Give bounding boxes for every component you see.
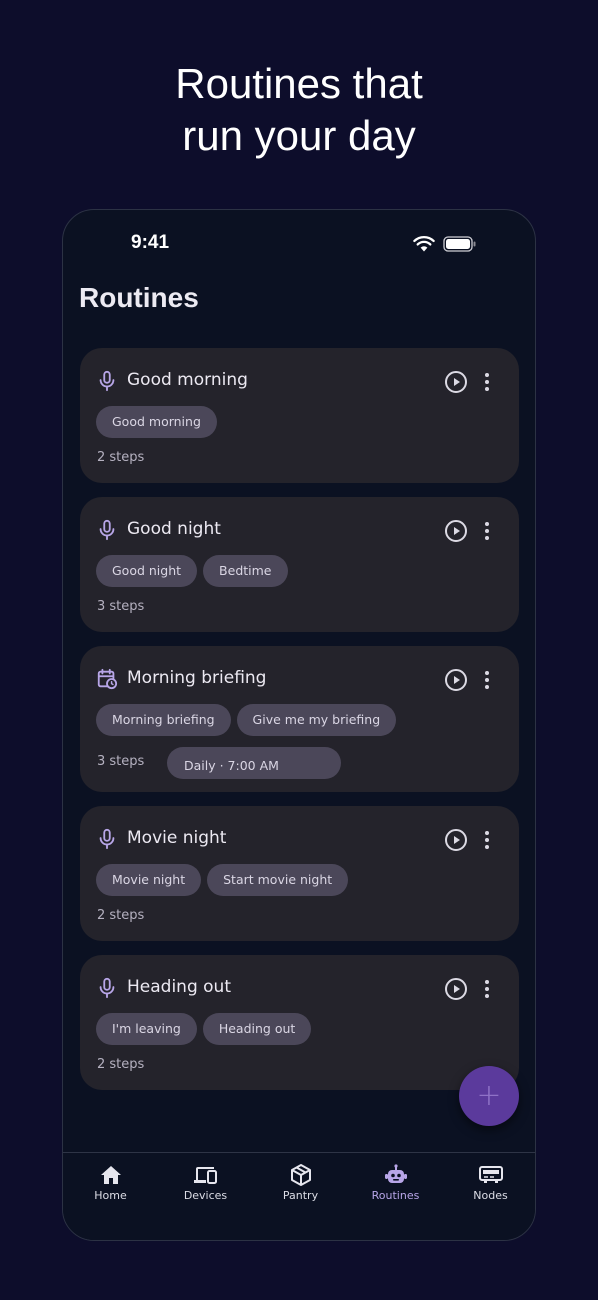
plus-icon: + (476, 1078, 502, 1113)
trigger-chip[interactable]: I'm leaving (96, 1013, 197, 1045)
nav-label: Pantry (282, 1189, 319, 1202)
step-count: 2 steps (97, 450, 145, 465)
nav-item-home[interactable]: Home (63, 1153, 158, 1223)
routine-card-good-morning[interactable]: Good morning Good morning 2 steps (80, 348, 519, 483)
trigger-chips: I'm leaving Heading out (96, 1013, 312, 1045)
routine-title: Good morning (127, 370, 248, 390)
more-options-icon[interactable] (479, 370, 495, 394)
phone-frame: 9:41 Routines Good morning Good morning … (62, 209, 536, 1241)
mic-icon (99, 977, 115, 999)
more-options-icon[interactable] (479, 668, 495, 692)
nav-item-routines[interactable]: Routines (348, 1153, 443, 1223)
battery-icon (443, 235, 476, 252)
play-icon[interactable] (444, 828, 468, 852)
nav-label: Nodes (473, 1189, 508, 1202)
routine-card-heading-out[interactable]: Heading out I'm leaving Heading out 2 st… (80, 955, 519, 1090)
robot-icon (385, 1164, 407, 1183)
play-icon[interactable] (444, 977, 468, 1001)
trigger-chip[interactable]: Bedtime (203, 555, 288, 587)
mic-icon (99, 519, 115, 541)
headline-line-2: run your day (182, 112, 416, 159)
trigger-chip[interactable]: Good morning (96, 406, 217, 438)
bottom-nav: Home Devices Pantry Routines Nodes (63, 1152, 535, 1240)
mic-icon (99, 828, 115, 850)
routine-title: Movie night (127, 828, 227, 848)
more-options-icon[interactable] (479, 519, 495, 543)
routine-card-morning-briefing[interactable]: Morning briefing Morning briefing Give m… (80, 646, 519, 792)
routine-card-movie-night[interactable]: Movie night Movie night Start movie nigh… (80, 806, 519, 941)
step-count: 3 steps (97, 599, 145, 614)
trigger-chip[interactable]: Good night (96, 555, 198, 587)
trigger-chips: Movie night Start movie night (96, 864, 349, 896)
step-count: 3 steps (97, 754, 145, 769)
home-icon (101, 1166, 121, 1184)
nav-label: Home (94, 1189, 127, 1202)
status-time: 9:41 (131, 232, 170, 253)
headline-line-1: Routines that (175, 60, 423, 107)
nav-label: Devices (183, 1189, 228, 1202)
play-icon[interactable] (444, 668, 468, 692)
trigger-chip[interactable]: Give me my briefing (236, 704, 397, 736)
trigger-chip[interactable]: Morning briefing (96, 704, 231, 736)
step-count: 2 steps (97, 908, 145, 923)
schedule-label: Daily · 7:00 AM (184, 758, 279, 773)
more-options-icon[interactable] (479, 977, 495, 1001)
add-routine-button[interactable]: + (459, 1066, 519, 1126)
nav-label: Routines (371, 1189, 420, 1202)
status-icons (413, 235, 477, 252)
mic-icon (99, 370, 115, 392)
step-count: 2 steps (97, 1057, 145, 1072)
calendar-clock-icon (97, 668, 118, 690)
more-options-icon[interactable] (479, 828, 495, 852)
nav-item-pantry[interactable]: Pantry (253, 1153, 348, 1223)
trigger-chips: Good morning (96, 406, 217, 438)
wifi-icon (413, 236, 435, 252)
trigger-chip[interactable]: Movie night (96, 864, 202, 896)
devices-icon (194, 1167, 217, 1184)
routine-card-good-night[interactable]: Good night Good night Bedtime 3 steps (80, 497, 519, 632)
page-title: Routines (79, 282, 199, 313)
schedule-chip: Daily · 7:00 AM (167, 747, 341, 779)
routine-title: Morning briefing (127, 668, 267, 688)
routine-title: Heading out (127, 977, 231, 997)
play-icon[interactable] (444, 519, 468, 543)
trigger-chip[interactable]: Start movie night (207, 864, 349, 896)
trigger-chip[interactable]: Heading out (202, 1013, 312, 1045)
package-icon (291, 1164, 311, 1186)
nav-item-devices[interactable]: Devices (158, 1153, 253, 1223)
trigger-chips: Good night Bedtime (96, 555, 288, 587)
router-icon (479, 1166, 503, 1183)
trigger-chips: Morning briefing Give me my briefing (96, 704, 397, 736)
nav-item-nodes[interactable]: Nodes (443, 1153, 535, 1223)
routine-title: Good night (127, 519, 221, 539)
headline: Routines that run your day (0, 58, 598, 162)
play-icon[interactable] (444, 370, 468, 394)
